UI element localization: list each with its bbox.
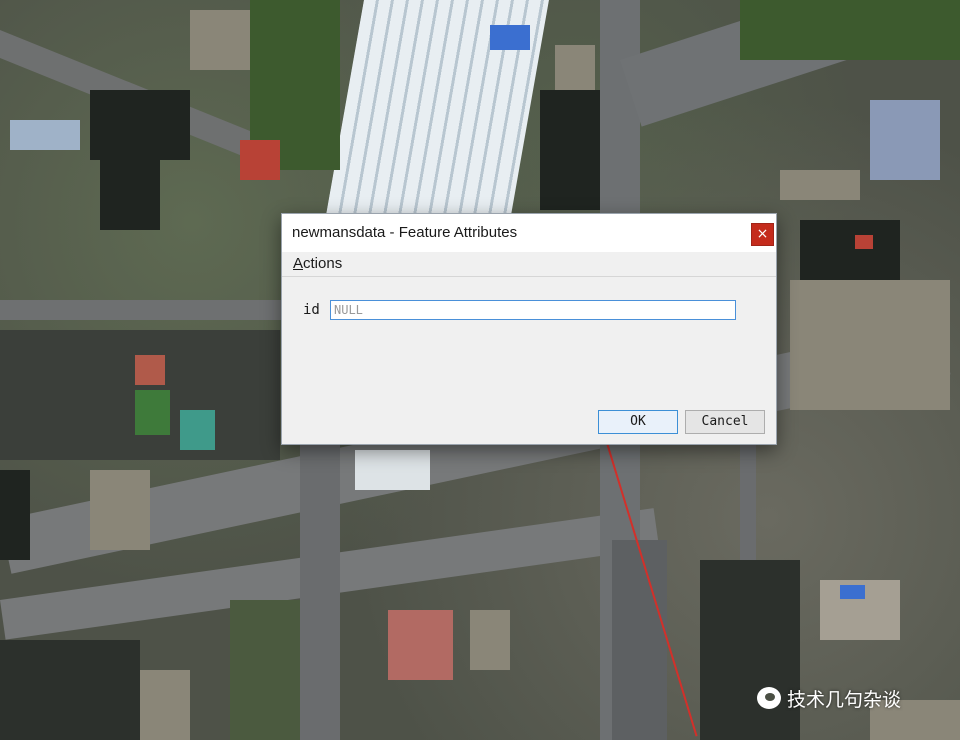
dialog-title: newmansdata - Feature Attributes — [292, 224, 518, 241]
wechat-icon — [757, 687, 781, 709]
watermark-text: 技术几句杂谈 — [787, 688, 902, 711]
id-input[interactable] — [330, 300, 736, 320]
dialog-titlebar[interactable]: newmansdata - Feature Attributes × — [282, 214, 776, 252]
ok-button[interactable]: OK — [598, 410, 678, 434]
cancel-button[interactable]: Cancel — [685, 410, 765, 434]
attribute-row-id: id — [303, 300, 763, 322]
watermark: 技术几句杂谈 — [757, 684, 901, 712]
close-button[interactable]: × — [751, 223, 774, 246]
menubar: Actions — [282, 252, 776, 277]
field-label-id: id — [303, 302, 320, 318]
menu-actions[interactable]: Actions — [293, 252, 342, 276]
feature-attributes-dialog: newmansdata - Feature Attributes × Actio… — [281, 213, 777, 445]
close-icon: × — [756, 226, 769, 242]
